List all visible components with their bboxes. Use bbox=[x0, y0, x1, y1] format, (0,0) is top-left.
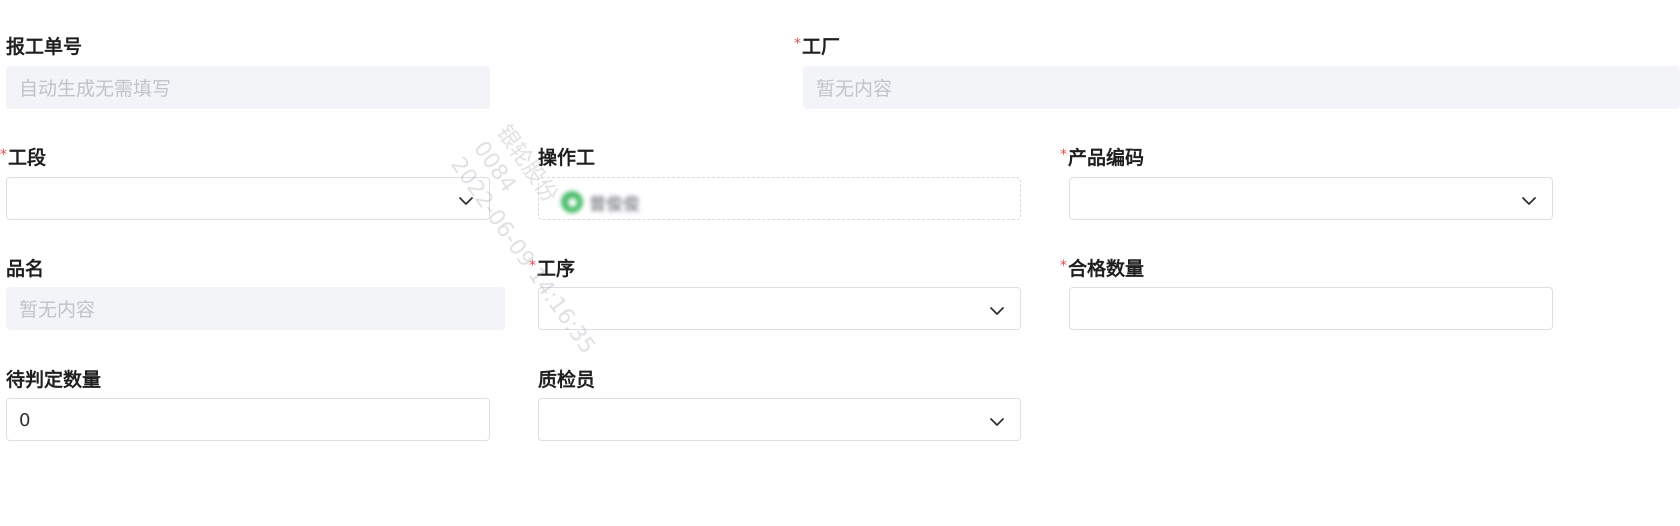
qualified-qty-label-text: 合格数量 bbox=[1068, 258, 1145, 280]
required-mark: * bbox=[529, 258, 536, 274]
chevron-down-icon bbox=[459, 197, 473, 205]
required-mark: * bbox=[1060, 147, 1067, 163]
product-name-label: 品名 bbox=[6, 258, 44, 280]
report-no-field: 自动生成无需填写 bbox=[6, 66, 490, 109]
factory-label-text: 工厂 bbox=[802, 36, 841, 58]
inspector-label: 质检员 bbox=[538, 369, 595, 391]
inspector-select[interactable] bbox=[538, 398, 1021, 441]
section-select[interactable] bbox=[6, 177, 490, 220]
chevron-down-icon bbox=[990, 307, 1004, 315]
pending-qty-label-text: 待判定数量 bbox=[6, 369, 102, 391]
factory-field: 暂无内容 bbox=[803, 66, 1680, 109]
required-mark: * bbox=[794, 36, 801, 52]
section-label: *工段 bbox=[0, 147, 46, 171]
chevron-down-icon bbox=[1522, 197, 1536, 205]
pending-qty-label: 待判定数量 bbox=[6, 369, 101, 391]
operator-field[interactable]: 曾俊俊 bbox=[538, 177, 1021, 220]
pending-qty-value: 0 bbox=[19, 410, 31, 431]
product-code-label-text: 产品编码 bbox=[1068, 147, 1145, 169]
user-avatar-icon bbox=[561, 191, 583, 213]
operator-label-text: 操作工 bbox=[538, 147, 596, 169]
chevron-down-icon bbox=[990, 418, 1004, 426]
product-name-field: 暂无内容 bbox=[6, 287, 505, 330]
report-no-placeholder: 自动生成无需填写 bbox=[19, 78, 172, 100]
required-mark: * bbox=[1060, 258, 1067, 274]
operator-chip[interactable]: 曾俊俊 bbox=[561, 190, 640, 215]
process-label: *工序 bbox=[529, 258, 575, 282]
inspector-label-text: 质检员 bbox=[538, 369, 596, 391]
qualified-qty-label: *合格数量 bbox=[1060, 258, 1144, 282]
factory-label: *工厂 bbox=[794, 36, 840, 60]
factory-placeholder: 暂无内容 bbox=[816, 78, 893, 100]
product-name-placeholder: 暂无内容 bbox=[19, 299, 96, 321]
qualified-qty-input[interactable] bbox=[1069, 287, 1553, 330]
product-code-label: *产品编码 bbox=[1060, 147, 1144, 171]
required-mark: * bbox=[0, 147, 7, 163]
pending-qty-input[interactable]: 0 bbox=[6, 398, 490, 441]
operator-name: 曾俊俊 bbox=[589, 194, 640, 215]
process-select[interactable] bbox=[538, 287, 1021, 330]
product-name-label-text: 品名 bbox=[6, 258, 45, 280]
operator-label: 操作工 bbox=[538, 147, 595, 169]
report-no-label-text: 报工单号 bbox=[6, 36, 83, 58]
product-code-select[interactable] bbox=[1069, 177, 1553, 220]
section-label-text: 工段 bbox=[8, 147, 47, 169]
report-form: 报工单号 自动生成无需填写 *工厂 暂无内容 *工段 操作工 曾俊俊 *产品编码… bbox=[0, 0, 1680, 526]
process-label-text: 工序 bbox=[537, 258, 576, 280]
report-no-label: 报工单号 bbox=[6, 36, 82, 58]
